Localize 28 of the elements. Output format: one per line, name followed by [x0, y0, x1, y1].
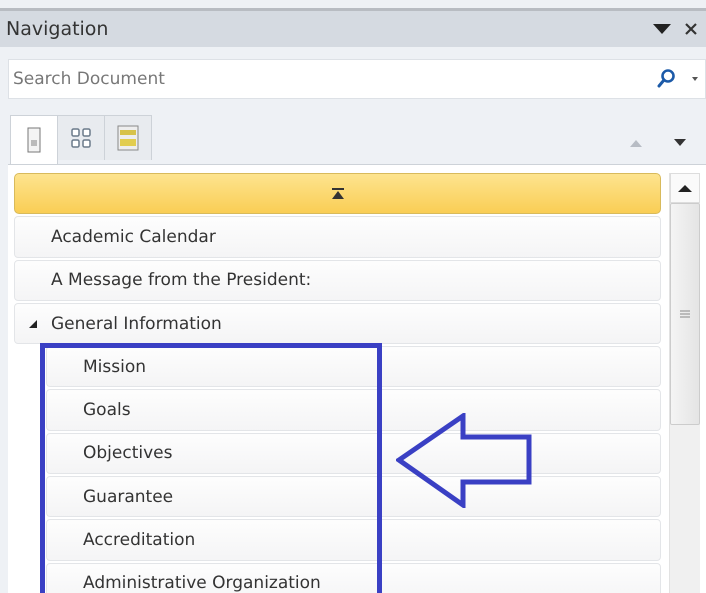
next-icon[interactable]: [672, 138, 688, 148]
grid-icon: [70, 127, 92, 149]
heading-item[interactable]: Goals: [46, 389, 661, 431]
heading-item[interactable]: A Message from the President:: [14, 260, 661, 301]
results-icon: [117, 125, 139, 151]
scroll-thumb[interactable]: [670, 203, 700, 425]
pane-title: Navigation: [6, 18, 108, 40]
scroll-up-icon[interactable]: [677, 183, 693, 193]
search-field[interactable]: Search Document: [8, 59, 706, 99]
heading-item[interactable]: Administrative Organization: [46, 562, 661, 593]
heading-item[interactable]: Objectives: [46, 432, 661, 474]
heading-item[interactable]: Guarantee: [46, 476, 661, 518]
heading-item[interactable]: Academic Calendar: [14, 216, 661, 258]
heading-item[interactable]: General Information: [14, 302, 661, 344]
scrollbar[interactable]: [669, 173, 700, 593]
caret-icon[interactable]: [690, 75, 700, 83]
close-icon[interactable]: [684, 22, 698, 36]
search-icon[interactable]: [656, 68, 676, 90]
heading-item[interactable]: Mission: [46, 346, 661, 388]
view-tab[interactable]: [104, 115, 152, 160]
view-tab[interactable]: [57, 115, 105, 160]
heading-item[interactable]: Accreditation: [46, 519, 661, 561]
grip-icon: [679, 309, 691, 319]
document-icon: [27, 127, 41, 153]
expander-icon[interactable]: [28, 318, 38, 329]
collapse-icon: [330, 188, 344, 200]
view-tab[interactable]: [10, 115, 58, 164]
dropdown-icon[interactable]: [652, 22, 672, 36]
